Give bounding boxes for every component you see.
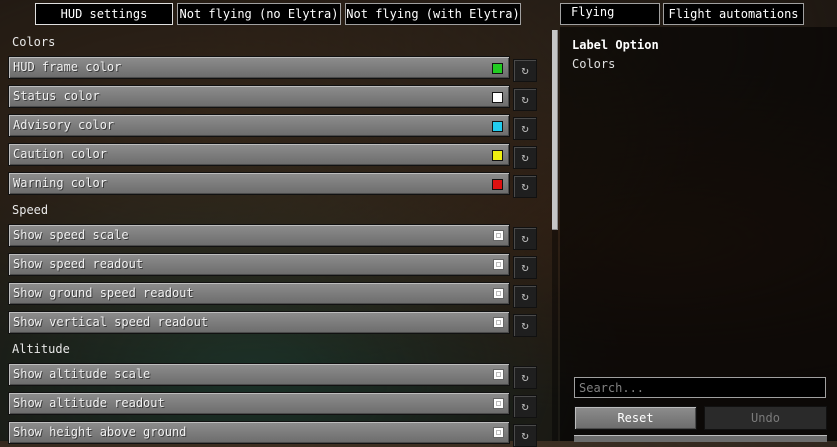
entry-label: Show ground speed readout — [13, 286, 194, 300]
scrollbar-thumb[interactable] — [552, 30, 558, 230]
entry-status-color[interactable]: Status color — [8, 85, 510, 108]
checkbox[interactable] — [493, 398, 504, 409]
undo-button[interactable]: Undo — [704, 406, 827, 430]
entry-show-altitude-scale[interactable]: Show altitude scale — [8, 363, 510, 386]
section-title-colors: Colors — [12, 35, 56, 49]
checkbox[interactable] — [493, 317, 504, 328]
entry-label: Show height above ground — [13, 425, 187, 439]
color-swatch — [492, 121, 503, 132]
reset-icon[interactable]: ↻ — [513, 227, 537, 250]
checkbox[interactable] — [493, 230, 504, 241]
options-list: Colors HUD frame color ↻ Status color ↻ … — [0, 30, 548, 447]
tab-not-flying-no-elytra[interactable]: Not flying (no Elytra) — [177, 3, 341, 25]
color-swatch — [492, 63, 503, 74]
entry-show-speed-scale[interactable]: Show speed scale — [8, 224, 510, 247]
entry-label: Show altitude scale — [13, 367, 151, 381]
checkbox[interactable] — [493, 369, 504, 380]
entry-label: Show altitude readout — [13, 396, 165, 410]
entry-label: HUD frame color — [13, 60, 122, 74]
search-input[interactable] — [574, 377, 826, 398]
reset-icon[interactable]: ↻ — [513, 314, 537, 337]
checkbox[interactable] — [493, 288, 504, 299]
entry-label: Show speed readout — [13, 257, 144, 271]
entry-label: Warning color — [13, 176, 107, 190]
color-swatch — [492, 150, 503, 161]
entry-label: Advisory color — [13, 118, 115, 132]
entry-show-vertical-speed-readout[interactable]: Show vertical speed readout — [8, 311, 510, 334]
entry-label: Show vertical speed readout — [13, 315, 209, 329]
entry-show-speed-readout[interactable]: Show speed readout — [8, 253, 510, 276]
tab-flying[interactable]: Flying — [560, 3, 660, 25]
color-swatch — [492, 92, 503, 103]
tab-not-flying-with-elytra[interactable]: Not flying (with Elytra) — [345, 3, 521, 25]
reset-icon[interactable]: ↻ — [513, 88, 537, 111]
entry-label: Status color — [13, 89, 100, 103]
reset-icon[interactable]: ↻ — [513, 175, 537, 198]
entry-caution-color[interactable]: Caution color — [8, 143, 510, 166]
entry-warning-color[interactable]: Warning color — [8, 172, 510, 195]
entry-show-ground-speed-readout[interactable]: Show ground speed readout — [8, 282, 510, 305]
section-title-altitude: Altitude — [12, 342, 70, 356]
entry-hud-frame-color[interactable]: HUD frame color — [8, 56, 510, 79]
tab-hud-settings[interactable]: HUD settings — [35, 3, 173, 25]
reset-icon[interactable]: ↻ — [513, 424, 537, 447]
reset-icon[interactable]: ↻ — [513, 59, 537, 82]
checkbox[interactable] — [493, 259, 504, 270]
reset-icon[interactable]: ↻ — [513, 256, 537, 279]
reset-icon[interactable]: ↻ — [513, 117, 537, 140]
option-value: Colors — [572, 57, 616, 71]
checkbox[interactable] — [493, 427, 504, 438]
reset-icon[interactable]: ↻ — [513, 285, 537, 308]
reset-icon[interactable]: ↻ — [513, 146, 537, 169]
reset-icon[interactable]: ↻ — [513, 366, 537, 389]
reset-button[interactable]: Reset — [574, 406, 697, 430]
entry-label: Caution color — [13, 147, 107, 161]
entry-label: Show speed scale — [13, 228, 129, 242]
entry-show-altitude-readout[interactable]: Show altitude readout — [8, 392, 510, 415]
option-title: Label Option — [572, 38, 659, 52]
section-title-speed: Speed — [12, 203, 49, 217]
color-swatch — [492, 179, 503, 190]
entry-advisory-color[interactable]: Advisory color — [8, 114, 510, 137]
reset-icon[interactable]: ↻ — [513, 395, 537, 418]
tab-flight-automations[interactable]: Flight automations — [663, 3, 804, 25]
